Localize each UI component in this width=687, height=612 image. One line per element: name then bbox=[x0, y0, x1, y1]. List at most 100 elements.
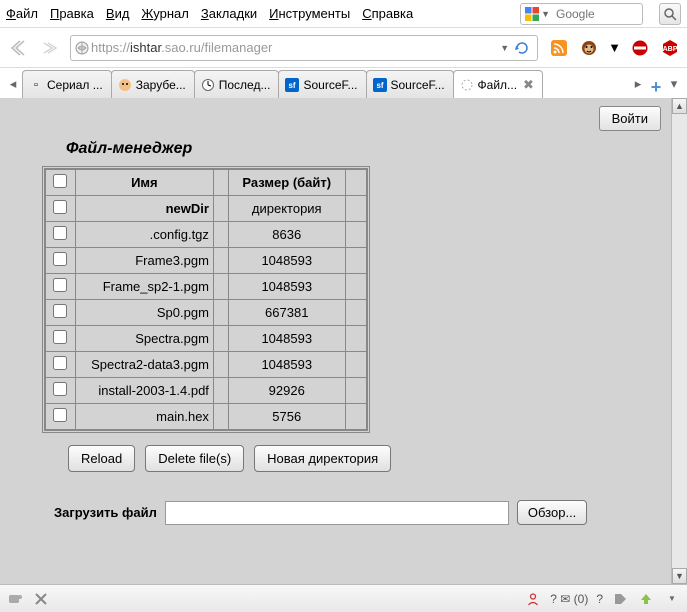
status-tag-icon[interactable] bbox=[611, 590, 629, 608]
cell-name[interactable]: Frame_sp2-1.pgm bbox=[75, 274, 213, 300]
tab-scroll-right[interactable]: ▸ bbox=[629, 70, 647, 98]
select-all-checkbox[interactable] bbox=[53, 174, 67, 188]
scroll-down-icon[interactable]: ▼ bbox=[672, 568, 687, 584]
cell-name[interactable]: Spectra.pgm bbox=[75, 326, 213, 352]
cell-name[interactable]: main.hex bbox=[75, 404, 213, 430]
new-directory-button[interactable]: Новая директория bbox=[254, 445, 391, 472]
file-table-wrapper: Имя Размер (байт) newDir директория .con… bbox=[42, 166, 370, 433]
forward-button[interactable] bbox=[38, 35, 64, 61]
status-q2-text[interactable]: ? bbox=[596, 592, 603, 606]
header-gap bbox=[213, 170, 228, 196]
tabs-container: ▫ Сериал ... Зарубе... Послед... sf Sour… bbox=[22, 70, 629, 98]
table-row: newDir директория bbox=[46, 196, 367, 222]
login-button[interactable]: Войти bbox=[599, 106, 661, 131]
status-plugin-icon[interactable] bbox=[6, 590, 24, 608]
google-icon bbox=[525, 7, 539, 21]
cell-size: 1048593 bbox=[228, 352, 345, 378]
tab-list-dropdown[interactable]: ▾ bbox=[665, 70, 683, 98]
tab-favicon-clock bbox=[201, 78, 215, 92]
back-button[interactable] bbox=[6, 35, 32, 61]
row-checkbox[interactable] bbox=[53, 330, 67, 344]
cell-name[interactable]: Spectra2-data3.pgm bbox=[75, 352, 213, 378]
menu-edit[interactable]: Правка bbox=[50, 6, 94, 21]
browse-button[interactable]: Обзор... bbox=[517, 500, 587, 525]
search-input[interactable] bbox=[554, 5, 638, 23]
tab-item[interactable]: sf SourceF... bbox=[366, 70, 454, 98]
page-content: Войти Файл-менеджер Имя Размер (байт) ne… bbox=[0, 98, 687, 584]
vertical-scrollbar[interactable]: ▲ ▼ bbox=[671, 98, 687, 584]
menu-tools[interactable]: Инструменты bbox=[269, 6, 350, 21]
noscript-icon[interactable] bbox=[629, 37, 651, 59]
search-engine-dropdown-icon[interactable]: ▼ bbox=[541, 9, 550, 19]
tab-item[interactable]: Зарубе... bbox=[111, 70, 195, 98]
row-checkbox[interactable] bbox=[53, 278, 67, 292]
svg-text:sf: sf bbox=[376, 81, 383, 90]
row-checkbox[interactable] bbox=[53, 252, 67, 266]
tab-favicon-sf: sf bbox=[373, 78, 387, 92]
upload-path-input[interactable] bbox=[165, 501, 509, 525]
menu-help[interactable]: Справка bbox=[362, 6, 413, 21]
table-row: Spectra2-data3.pgm 1048593 bbox=[46, 352, 367, 378]
tab-item[interactable]: Послед... bbox=[194, 70, 280, 98]
svg-text:ABP: ABP bbox=[663, 46, 678, 53]
search-submit-button[interactable] bbox=[659, 3, 681, 25]
row-checkbox[interactable] bbox=[53, 382, 67, 396]
cell-name[interactable]: .config.tgz bbox=[75, 222, 213, 248]
row-checkbox[interactable] bbox=[53, 356, 67, 370]
search-box[interactable]: ▼ bbox=[520, 3, 643, 25]
table-row: .config.tgz 8636 bbox=[46, 222, 367, 248]
navbar: https://ishtar.sao.ru/filemanager ▼ ▼ AB… bbox=[0, 28, 687, 68]
monkey-dropdown-icon[interactable]: ▼ bbox=[608, 40, 621, 55]
tab-label: Сериал ... bbox=[47, 78, 103, 92]
tab-label: SourceF... bbox=[391, 78, 445, 92]
row-checkbox[interactable] bbox=[53, 408, 67, 422]
cell-name[interactable]: newDir bbox=[75, 196, 213, 222]
cell-name[interactable]: Sp0.pgm bbox=[75, 300, 213, 326]
row-checkbox[interactable] bbox=[53, 304, 67, 318]
new-tab-button[interactable]: + bbox=[647, 77, 665, 98]
delete-files-button[interactable]: Delete file(s) bbox=[145, 445, 244, 472]
tab-label: Зарубе... bbox=[136, 78, 186, 92]
tab-scroll-left[interactable]: ◂ bbox=[4, 70, 22, 98]
row-checkbox[interactable] bbox=[53, 226, 67, 240]
page-title: Файл-менеджер bbox=[0, 98, 687, 166]
table-row: Sp0.pgm 667381 bbox=[46, 300, 367, 326]
menu-file[interactable]: Файл bbox=[6, 6, 38, 21]
status-person-icon[interactable] bbox=[524, 590, 542, 608]
cell-name[interactable]: install-2003-1.4.pdf bbox=[75, 378, 213, 404]
status-close-icon[interactable] bbox=[32, 590, 50, 608]
url-dropdown-icon[interactable]: ▼ bbox=[500, 43, 509, 53]
svg-text:sf: sf bbox=[289, 81, 296, 90]
upload-row: Загрузить файл Обзор... bbox=[54, 500, 687, 525]
cell-size: 5756 bbox=[228, 404, 345, 430]
status-dropdown-icon[interactable]: ▼ bbox=[663, 590, 681, 608]
reload-button[interactable]: Reload bbox=[68, 445, 135, 472]
menu-bookmarks[interactable]: Закладки bbox=[201, 6, 257, 21]
header-actions bbox=[345, 170, 366, 196]
cell-size: 1048593 bbox=[228, 326, 345, 352]
tab-favicon-loading bbox=[460, 78, 474, 92]
table-row: Spectra.pgm 1048593 bbox=[46, 326, 367, 352]
reload-page-icon[interactable] bbox=[511, 37, 533, 59]
status-mail-text[interactable]: ? ✉ (0) bbox=[550, 592, 588, 606]
tab-close-icon[interactable]: ✖ bbox=[523, 77, 534, 93]
menu-history[interactable]: Журнал bbox=[141, 6, 188, 21]
adblock-icon[interactable]: ABP bbox=[659, 37, 681, 59]
header-name: Имя bbox=[75, 170, 213, 196]
tab-label: Послед... bbox=[219, 78, 271, 92]
monkey-icon[interactable] bbox=[578, 37, 600, 59]
rss-icon[interactable] bbox=[548, 37, 570, 59]
table-row: Frame3.pgm 1048593 bbox=[46, 248, 367, 274]
tab-item[interactable]: sf SourceF... bbox=[278, 70, 366, 98]
tab-item-active[interactable]: Файл... ✖ bbox=[453, 70, 543, 98]
tab-item[interactable]: ▫ Сериал ... bbox=[22, 70, 112, 98]
site-identity-icon[interactable] bbox=[75, 41, 89, 55]
cell-name[interactable]: Frame3.pgm bbox=[75, 248, 213, 274]
cell-size: директория bbox=[228, 196, 345, 222]
statusbar: ? ✉ (0) ? ▼ bbox=[0, 584, 687, 612]
menu-view[interactable]: Вид bbox=[106, 6, 130, 21]
row-checkbox[interactable] bbox=[53, 200, 67, 214]
scroll-up-icon[interactable]: ▲ bbox=[672, 98, 687, 114]
status-download-icon[interactable] bbox=[637, 590, 655, 608]
url-bar[interactable]: https://ishtar.sao.ru/filemanager ▼ bbox=[70, 35, 538, 61]
